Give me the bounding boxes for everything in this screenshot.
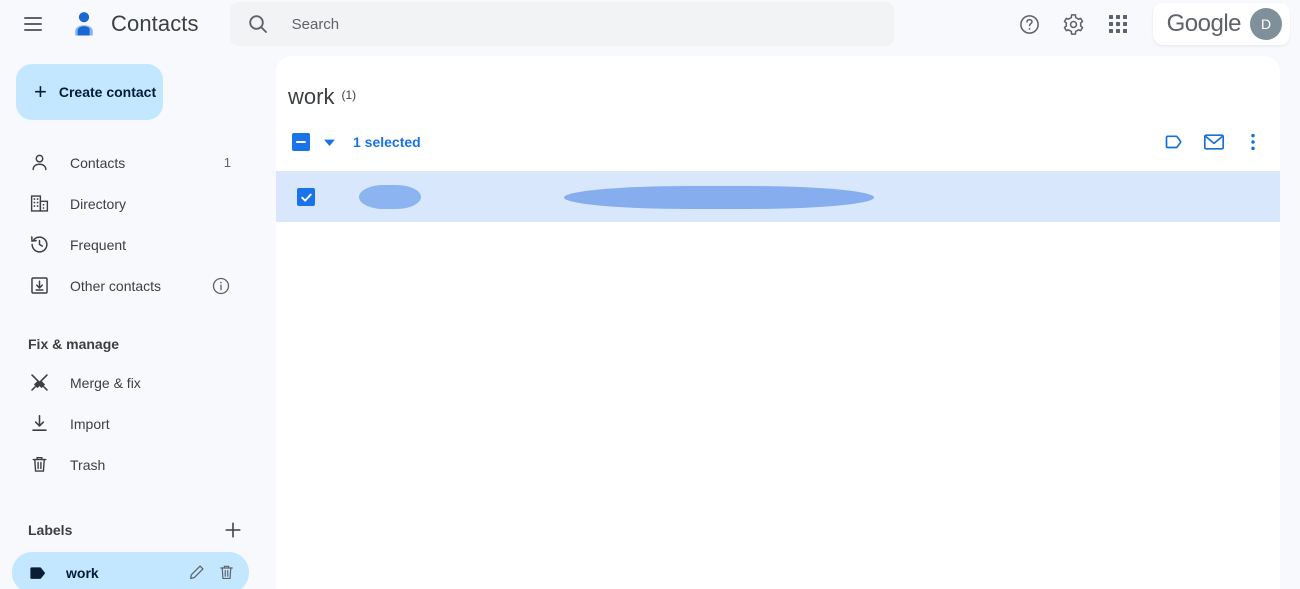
label-count: (1) <box>341 88 357 102</box>
contact-name-redacted <box>359 185 421 209</box>
page-title: work (1) <box>276 56 1280 110</box>
contacts-person-icon <box>69 9 99 39</box>
indeterminate-dash-icon <box>296 141 306 143</box>
person-icon <box>28 152 50 174</box>
sidebar-item-import[interactable]: Import <box>0 403 249 444</box>
select-all-checkbox[interactable] <box>292 133 310 151</box>
top-bar-actions: Google D <box>1008 2 1290 46</box>
history-clock-icon <box>28 234 50 256</box>
contacts-card: work (1) 1 selected <box>276 56 1280 589</box>
sidebar-item-contacts[interactable]: Contacts 1 <box>0 142 249 183</box>
labels-title: Labels <box>28 522 73 538</box>
sidebar-nav: Contacts 1 Directory Frequent Other cont… <box>0 142 265 306</box>
archive-down-icon <box>28 275 50 297</box>
app-brand[interactable]: Contacts <box>69 9 199 39</box>
building-icon <box>28 193 50 215</box>
pencil-icon[interactable] <box>183 560 209 586</box>
sidebar-section-fix-manage: Fix & manage <box>28 336 120 352</box>
sidebar: + Create contact Contacts 1 Directory Fr… <box>0 48 265 589</box>
main-area: work (1) 1 selected <box>265 48 1300 589</box>
sidebar-item-other-contacts[interactable]: Other contacts <box>0 265 249 306</box>
sidebar-item-merge-fix[interactable]: Merge & fix <box>0 362 249 403</box>
sidebar-label-name: work <box>66 564 99 581</box>
toolbar-actions <box>1162 129 1266 155</box>
label-title-text: work <box>288 84 335 109</box>
selection-toolbar: 1 selected <box>276 119 1280 165</box>
contact-email-redacted <box>564 185 874 209</box>
create-contact-label: Create contact <box>58 84 157 100</box>
app-title: Contacts <box>111 11 199 36</box>
sidebar-fix-list: Merge & fix Import Trash <box>0 362 265 485</box>
row-checkbox[interactable] <box>297 188 315 206</box>
download-import-icon <box>28 413 50 435</box>
contacts-app: Contacts Search Google D + Create contac… <box>0 0 1300 589</box>
tag-filled-icon <box>28 562 50 584</box>
manage-labels-button[interactable] <box>1162 129 1188 155</box>
search-icon <box>246 12 270 36</box>
search-input[interactable] <box>291 15 878 33</box>
info-icon[interactable] <box>211 276 231 296</box>
plus-icon: + <box>34 79 47 104</box>
app-body: + Create contact Contacts 1 Directory Fr… <box>0 48 1300 589</box>
sidebar-item-count: 1 <box>223 155 231 170</box>
chevron-down-icon[interactable] <box>318 131 340 153</box>
create-contact-button[interactable]: + Create contact <box>16 64 163 120</box>
sidebar-item-trash[interactable]: Trash <box>0 444 249 485</box>
sidebar-label-work[interactable]: work <box>12 552 249 589</box>
avatar[interactable]: D <box>1250 8 1282 40</box>
top-bar: Contacts Search Google D <box>0 0 1300 48</box>
add-label-button[interactable] <box>221 518 245 542</box>
merge-tools-icon <box>28 372 50 394</box>
sidebar-item-label: Import <box>70 415 110 432</box>
help-circle-icon[interactable] <box>1008 2 1052 46</box>
send-email-button[interactable] <box>1201 129 1227 155</box>
trash-icon <box>28 454 50 476</box>
sidebar-item-frequent[interactable]: Frequent <box>0 224 249 265</box>
apps-grid-icon[interactable] <box>1096 2 1140 46</box>
account-chip[interactable]: Google D <box>1152 3 1290 45</box>
gear-icon[interactable] <box>1052 2 1096 46</box>
hamburger-menu-icon[interactable] <box>16 7 50 41</box>
google-wordmark: Google <box>1166 10 1242 37</box>
sidebar-item-label: Trash <box>70 456 106 473</box>
sidebar-item-label: Frequent <box>70 236 127 253</box>
sidebar-item-label: Other contacts <box>70 277 162 294</box>
more-options-button[interactable] <box>1240 129 1266 155</box>
search-bar[interactable] <box>229 2 894 46</box>
labels-header: Labels <box>0 516 265 544</box>
sidebar-item-label: Directory <box>70 195 127 212</box>
selected-count-text: 1 selected <box>353 134 421 150</box>
sidebar-item-directory[interactable]: Directory <box>0 183 249 224</box>
table-row[interactable] <box>276 172 1280 222</box>
sidebar-item-label: Contacts <box>70 154 126 171</box>
trash-icon[interactable] <box>213 560 239 586</box>
sidebar-item-label: Merge & fix <box>70 374 141 391</box>
